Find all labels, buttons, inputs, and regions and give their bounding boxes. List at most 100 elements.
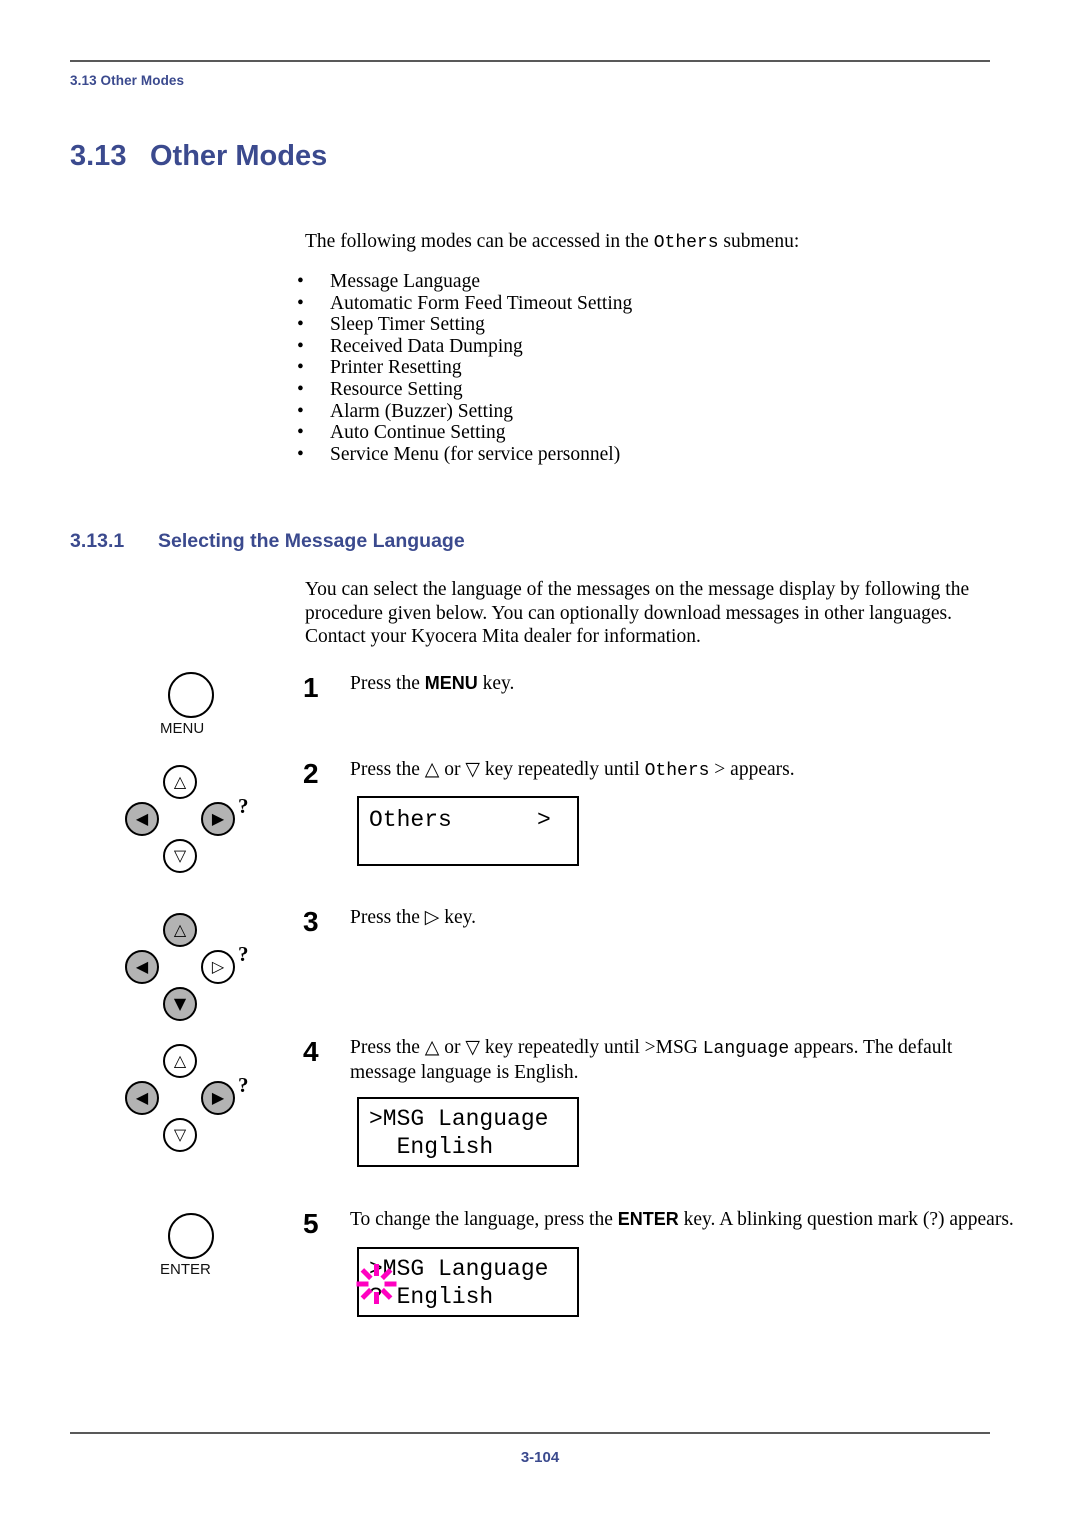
bullet-marker: • (297, 422, 304, 444)
down-arrow-key-icon: ▼ (163, 987, 197, 1021)
list-item: • Printer Resetting (297, 357, 997, 379)
list-item: • Auto Continue Setting (297, 422, 997, 444)
lcd-display-step4: >MSG Language English (357, 1097, 579, 1167)
triangle-right-icon: ▷ (211, 957, 225, 976)
step3-text-a: Press the (350, 907, 425, 928)
list-item-label: Automatic Form Feed Timeout Setting (330, 292, 633, 314)
step2-text-c: key repeatedly until (480, 759, 645, 780)
list-item: • Service Menu (for service personnel) (297, 444, 997, 466)
list-item-label: Printer Resetting (330, 357, 462, 379)
list-item: • Message Language (297, 271, 997, 293)
triangle-up-icon: △ (173, 920, 187, 939)
triangle-up-icon: △ (173, 772, 187, 791)
bullet-marker: • (297, 314, 304, 336)
right-arrow-key-icon: ▶ (201, 1081, 235, 1115)
help-question-mark-icon: ? (238, 794, 249, 818)
subsection-number: 3.13.1 (70, 530, 125, 552)
triangle-down-icon: ▼ (173, 994, 187, 1013)
section-heading: 3.13 Other Modes (70, 140, 327, 173)
list-item: • Received Data Dumping (297, 336, 997, 358)
footer-rule (70, 1432, 990, 1434)
step1-text-b: key. (477, 673, 515, 694)
document-page: 3.13 Other Modes 3.13 Other Modes The fol… (0, 0, 1080, 1528)
intro-mono-others: Others (653, 233, 719, 253)
step2-mono-others: Others (644, 761, 710, 781)
right-arrow-key-icon: ▷ (201, 950, 235, 984)
lcd-line2: English (369, 1134, 494, 1160)
step-number-1: 1 (303, 672, 319, 703)
page-number: 3-104 (520, 1449, 560, 1466)
menu-key-label: MENU (160, 720, 205, 737)
help-question-mark-icon: ? (238, 1073, 249, 1097)
section-title: Other Modes (150, 140, 328, 172)
intro-text-before: The following modes can be accessed in t… (305, 231, 654, 252)
step1-text-a: Press the (350, 673, 425, 694)
list-item: • Automatic Form Feed Timeout Setting (297, 293, 997, 315)
left-arrow-key-icon: ◀ (125, 802, 159, 836)
list-item-label: Alarm (Buzzer) Setting (330, 400, 514, 422)
intro-paragraph: The following modes can be accessed in t… (305, 230, 1005, 255)
up-arrow-key-icon: △ (163, 765, 197, 799)
triangle-left-icon: ◀ (135, 957, 149, 976)
menu-key-icon (168, 672, 214, 718)
up-arrow-key-icon: △ (163, 913, 197, 947)
list-item-label: Sleep Timer Setting (330, 314, 485, 336)
step4-text-a: Press the (350, 1037, 425, 1058)
triangle-right-inline-icon: ▷ (424, 906, 440, 928)
list-item-label: Auto Continue Setting (330, 422, 506, 444)
lcd-line1-left: Others (369, 807, 452, 833)
step-number-2: 2 (303, 758, 319, 789)
list-item-label: Service Menu (for service personnel) (330, 443, 621, 465)
right-arrow-key-icon: ▶ (201, 802, 235, 836)
step-number-3: 3 (303, 906, 319, 937)
triangle-left-icon: ◀ (135, 809, 149, 828)
list-item-label: Resource Setting (330, 378, 463, 400)
triangle-down-icon: ▽ (173, 846, 187, 865)
step4-mono-language: Language (702, 1039, 790, 1059)
list-item-label: Message Language (330, 271, 480, 292)
subsection-title: Selecting the Message Language (158, 530, 465, 552)
subsection-heading: 3.13.1 Selecting the Message Language (70, 530, 465, 553)
list-item: • Resource Setting (297, 379, 997, 401)
down-arrow-key-icon: ▽ (163, 839, 197, 873)
enter-key-label: ENTER (160, 1261, 211, 1278)
triangle-down-icon: ▽ (173, 1125, 187, 1144)
step5-key-name: ENTER (617, 1209, 679, 1229)
lcd-line1: >MSG Language (369, 1106, 549, 1132)
triangle-up-icon: △ (173, 1051, 187, 1070)
blinking-indicator-icon (353, 1261, 399, 1307)
running-header: 3.13 Other Modes (70, 73, 185, 88)
step1-key-name: MENU (424, 673, 478, 693)
down-arrow-key-icon: ▽ (163, 1118, 197, 1152)
triangle-right-icon: ▶ (211, 809, 225, 828)
lcd-display-step2: Others > (357, 796, 579, 866)
triangle-left-icon: ◀ (135, 1088, 149, 1107)
triangle-down-inline-icon: ▽ (465, 758, 480, 780)
enter-key-icon (168, 1213, 214, 1259)
step2-text-a: Press the (350, 759, 425, 780)
intro-text-after: submenu: (718, 231, 800, 252)
step5-text-a: To change the language, press the (350, 1209, 618, 1230)
bullet-marker: • (297, 357, 304, 379)
bullet-marker: • (297, 271, 304, 292)
triangle-up-inline-icon: △ (424, 758, 440, 780)
step-text-5: To change the language, press the ENTER … (350, 1208, 1030, 1231)
modes-bullet-list: • Message Language • Automatic Form Feed… (297, 271, 997, 465)
bullet-marker: • (297, 335, 304, 357)
bullet-marker: • (297, 400, 304, 422)
list-item: • Sleep Timer Setting (297, 314, 997, 336)
triangle-down-inline-icon: ▽ (465, 1036, 480, 1058)
bullet-marker: • (297, 443, 304, 465)
step-number-5: 5 (303, 1208, 319, 1239)
step3-text-b: key. (439, 907, 477, 928)
step-text-1: Press the MENU key. (350, 672, 1030, 695)
step4-text-b: or (439, 1037, 466, 1058)
step-number-4: 4 (303, 1036, 319, 1067)
lcd-line1-right: > (537, 807, 551, 833)
left-arrow-key-icon: ◀ (125, 1081, 159, 1115)
step4-text-c: key repeatedly until >MSG (480, 1037, 703, 1058)
bullet-marker: • (297, 378, 304, 400)
list-item-label: Received Data Dumping (330, 335, 523, 357)
section-number: 3.13 (70, 140, 127, 172)
step2-text-d: > appears. (709, 759, 795, 780)
